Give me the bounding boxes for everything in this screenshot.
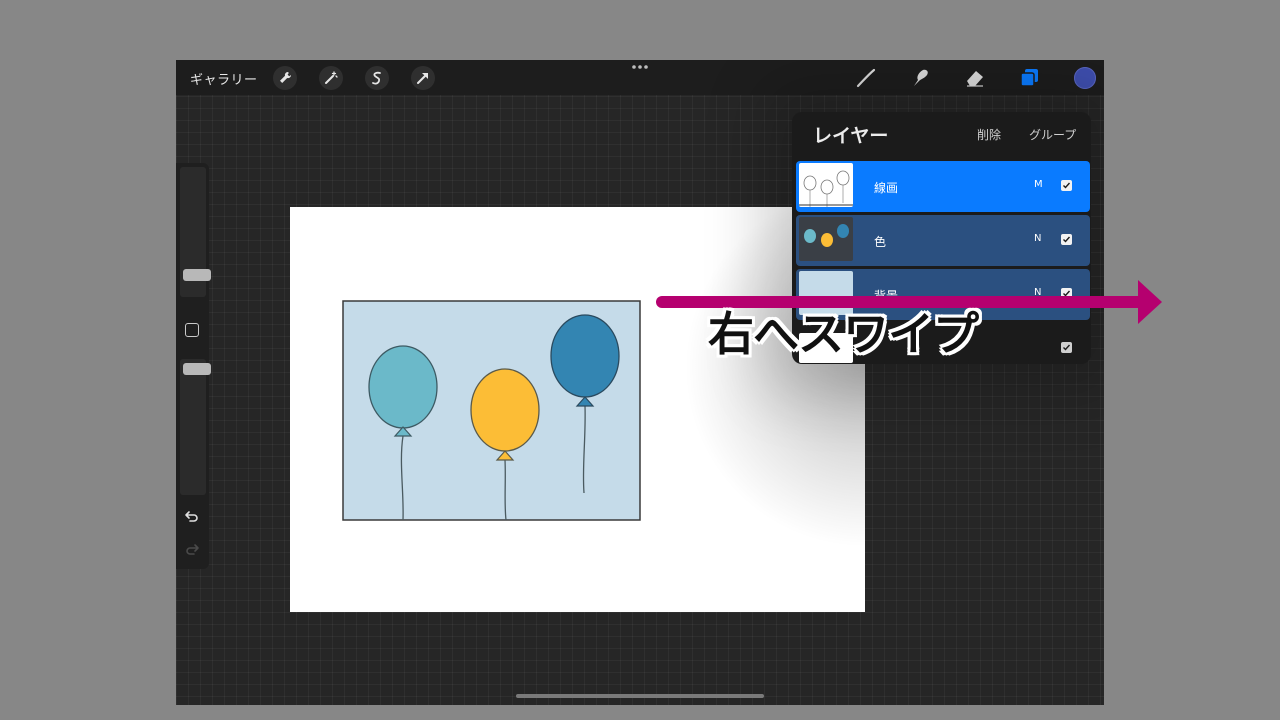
layer-name: 色 xyxy=(874,235,887,249)
top-toolbar: ギャラリー xyxy=(176,60,1104,95)
redo-icon[interactable] xyxy=(184,543,200,557)
brush-size-slider[interactable] xyxy=(180,167,211,297)
left-sidebar xyxy=(176,163,211,569)
wrench-icon[interactable] xyxy=(273,66,297,90)
layer-row-lineart[interactable]: 線画 M xyxy=(796,161,1090,212)
opacity-slider[interactable] xyxy=(180,359,211,495)
more-options-icon[interactable] xyxy=(631,63,649,71)
home-indicator xyxy=(516,694,764,698)
delete-layer-button[interactable]: 削除 xyxy=(977,126,1001,143)
eraser-icon[interactable] xyxy=(963,66,987,90)
drawing-canvas[interactable] xyxy=(290,207,865,612)
brush-icon[interactable] xyxy=(854,66,878,90)
magic-wand-icon[interactable] xyxy=(319,66,343,90)
selection-icon[interactable] xyxy=(365,66,389,90)
visibility-checkbox[interactable] xyxy=(1061,180,1072,191)
procreate-app: ギャラリー レイヤー 削除 グループ 線画 M 色 N N 背景色 xyxy=(176,60,1104,705)
layer-thumbnail xyxy=(799,217,853,261)
blend-mode-button[interactable]: N xyxy=(1034,233,1041,244)
visibility-checkbox[interactable] xyxy=(1061,342,1072,353)
layers-icon[interactable] xyxy=(1018,66,1042,90)
layer-name: 線画 xyxy=(874,181,899,195)
modify-button[interactable] xyxy=(185,323,199,337)
transform-arrow-icon[interactable] xyxy=(411,66,435,90)
group-layers-button[interactable]: グループ xyxy=(1029,126,1076,143)
visibility-checkbox[interactable] xyxy=(1061,234,1072,245)
undo-icon[interactable] xyxy=(184,510,200,524)
opacity-thumb[interactable] xyxy=(183,363,211,375)
layer-thumbnail xyxy=(799,163,853,207)
swipe-instruction-label: 右へスワイプ xyxy=(708,307,979,361)
color-picker-swatch[interactable] xyxy=(1074,67,1096,89)
blend-mode-button[interactable]: M xyxy=(1034,179,1043,190)
gallery-button[interactable]: ギャラリー xyxy=(190,69,258,88)
layer-row-color[interactable]: 色 N xyxy=(796,215,1090,266)
brush-size-thumb[interactable] xyxy=(183,269,211,281)
smudge-icon[interactable] xyxy=(909,66,933,90)
layers-title: レイヤー xyxy=(813,125,889,147)
